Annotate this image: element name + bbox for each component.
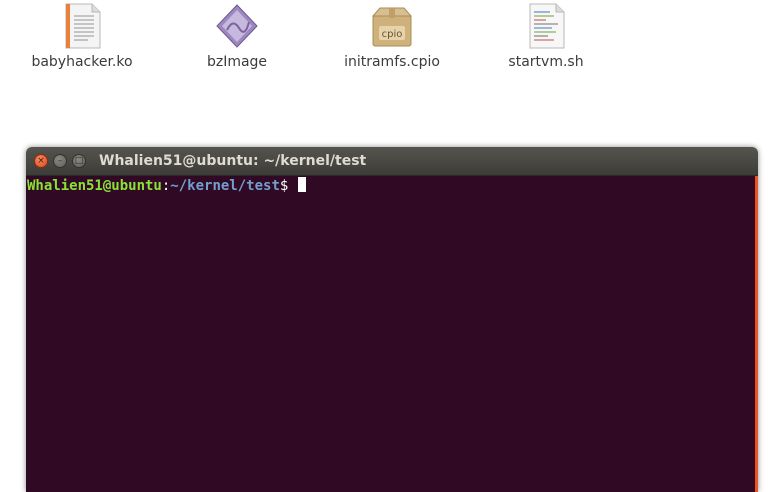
desktop-file-area: babyhacker.ko bzImage cpio initramfs.cpi… [0, 0, 769, 140]
close-icon: × [37, 155, 45, 166]
file-label: initramfs.cpio [344, 54, 440, 70]
file-label: startvm.sh [508, 54, 584, 70]
minimize-button[interactable]: – [53, 154, 67, 168]
shell-prompt: Whalien51@ubuntu:~/kernel/test$ [27, 177, 757, 195]
file-label: bzImage [206, 54, 268, 70]
maximize-button[interactable]: □ [72, 154, 86, 168]
window-title: Whalien51@ubuntu: ~/kernel/test [99, 153, 367, 169]
terminal-window[interactable]: × – □ Whalien51@ubuntu: ~/kernel/test Wh… [26, 147, 758, 492]
file-label: babyhacker.ko [31, 54, 133, 70]
text-cursor [297, 177, 306, 192]
archive-package-icon: cpio [368, 2, 416, 50]
prompt-symbol: $ [279, 178, 297, 194]
file-bzimage[interactable]: bzImage [167, 2, 307, 70]
minimize-icon: – [57, 155, 63, 166]
prompt-user-host: Whalien51@ubuntu [27, 178, 162, 194]
terminal-content[interactable]: Whalien51@ubuntu:~/kernel/test$ [26, 176, 758, 492]
file-initramfs-cpio[interactable]: cpio initramfs.cpio [322, 2, 462, 70]
script-file-icon [522, 2, 570, 50]
close-button[interactable]: × [34, 154, 48, 168]
file-babyhacker-ko[interactable]: babyhacker.ko [12, 2, 152, 70]
window-edge-accent [755, 176, 758, 492]
maximize-icon: □ [74, 155, 84, 166]
terminal-titlebar[interactable]: × – □ Whalien51@ubuntu: ~/kernel/test [26, 147, 758, 176]
archive-badge-text: cpio [382, 29, 403, 40]
prompt-path: ~/kernel/test [170, 178, 280, 194]
binary-file-icon [213, 2, 261, 50]
text-document-icon [58, 2, 106, 50]
file-startvm-sh[interactable]: startvm.sh [476, 2, 616, 70]
